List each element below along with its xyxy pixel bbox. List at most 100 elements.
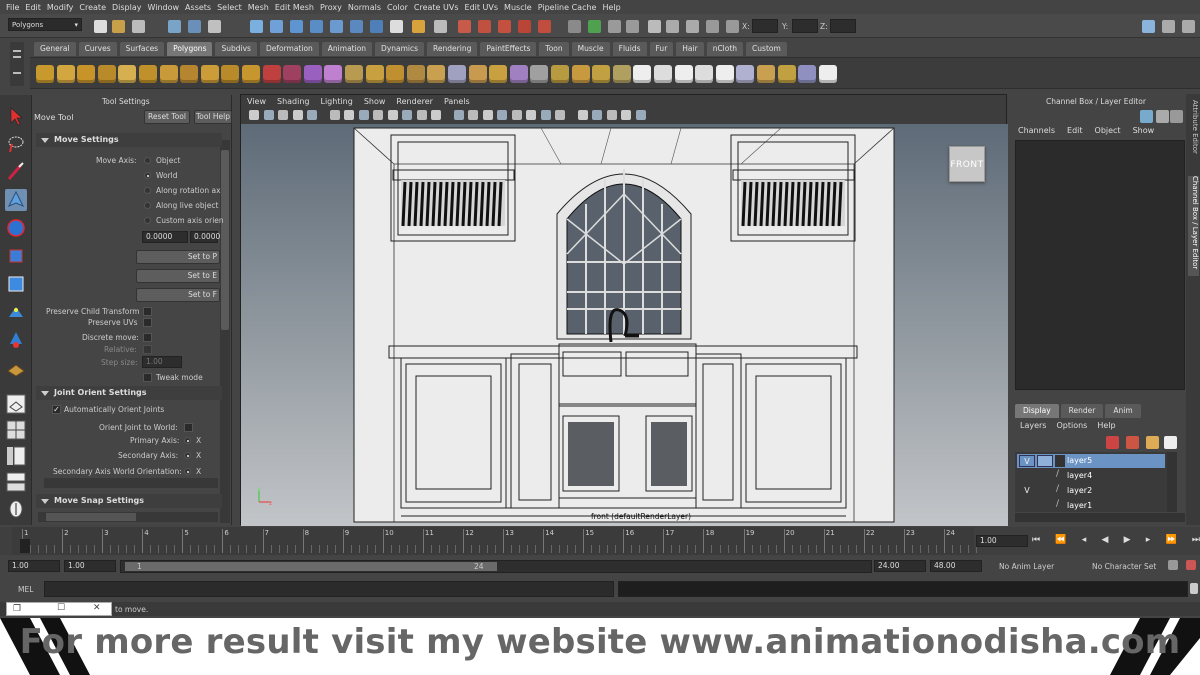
collapse-icon[interactable]: [592, 65, 611, 83]
shelf-tab-surfaces[interactable]: Surfaces: [119, 42, 165, 56]
xray-icon[interactable]: [592, 110, 602, 120]
axis-object-radio[interactable]: [144, 157, 151, 164]
play-forward-icon[interactable]: ▶: [1124, 535, 1131, 549]
front-view-scene[interactable]: FRONT yz front (defaultRenderLayer): [241, 124, 1008, 526]
menu-window[interactable]: Window: [148, 3, 186, 12]
shelf-tab-deformation[interactable]: Deformation: [259, 42, 319, 56]
layer-name[interactable]: layer5: [1067, 456, 1092, 465]
bevel-icon[interactable]: [509, 65, 528, 83]
layer-menu-options[interactable]: Options: [1056, 421, 1087, 433]
default-material-icon[interactable]: [482, 110, 493, 120]
snap-live-icon[interactable]: [350, 20, 363, 33]
custom-axis-field-1[interactable]: 0.0000: [142, 231, 188, 243]
tool-help-button[interactable]: Tool Help: [194, 110, 232, 124]
menu-set-dropdown[interactable]: Polygons ▾: [8, 18, 82, 31]
menu-select[interactable]: Select: [217, 3, 248, 12]
input-line-icon[interactable]: [568, 20, 581, 33]
2d-pan-icon[interactable]: [307, 110, 317, 120]
maximize-icon[interactable]: ☐: [57, 603, 65, 613]
shelf-menu-icon[interactable]: [10, 42, 24, 86]
layer-template-toggle[interactable]: [1037, 470, 1053, 482]
film-gate-icon[interactable]: [358, 110, 369, 120]
select-tool-icon[interactable]: [5, 105, 27, 127]
wireframe-icon[interactable]: [453, 110, 464, 120]
attribute-toggle-icon[interactable]: [686, 20, 699, 33]
checker-3-icon[interactable]: [674, 65, 693, 83]
preserve-child-checkbox[interactable]: [143, 307, 152, 316]
extract-icon[interactable]: [303, 65, 322, 83]
layer-template-toggle[interactable]: [1037, 455, 1053, 467]
channel-menu-show[interactable]: Show: [1133, 126, 1155, 138]
offset-loop-icon[interactable]: [489, 65, 508, 83]
restore-icon[interactable]: ❐: [13, 604, 21, 614]
cone-icon[interactable]: [97, 65, 116, 83]
key-icon[interactable]: [1168, 560, 1178, 570]
snap-surface-icon[interactable]: [330, 20, 343, 33]
layer-options-icon[interactable]: [1164, 436, 1177, 449]
new-layer-icon[interactable]: [1106, 436, 1119, 449]
graph-layout-icon[interactable]: [5, 471, 27, 493]
primary-axis-x-radio[interactable]: [184, 437, 191, 444]
step-size-field[interactable]: 1.00: [142, 356, 182, 368]
snap-grid-icon[interactable]: [250, 20, 263, 33]
menu-pipeline-cache[interactable]: Pipeline Cache: [538, 3, 603, 12]
sculpt-icon[interactable]: [612, 65, 631, 83]
cube-icon[interactable]: [56, 65, 75, 83]
shelf-tab-polygons[interactable]: Polygons: [167, 42, 213, 56]
open-scene-icon[interactable]: [112, 20, 125, 33]
grease-pencil-icon[interactable]: [329, 110, 340, 120]
layer-name[interactable]: layer1: [1067, 501, 1092, 510]
isolate-select-icon[interactable]: [577, 110, 588, 120]
layer-visibility-toggle[interactable]: [1019, 470, 1035, 482]
unfold-icon[interactable]: [757, 65, 775, 83]
lights-icon[interactable]: [511, 110, 522, 120]
modeling-toolkit-icon[interactable]: [666, 20, 679, 33]
render-frame-icon[interactable]: [458, 20, 471, 33]
shelf-tab-fur[interactable]: Fur: [649, 42, 674, 56]
shelf-tab-fluids[interactable]: Fluids: [612, 42, 647, 56]
split-icon[interactable]: [448, 65, 466, 83]
field-chart-icon[interactable]: [402, 110, 412, 120]
view-cube[interactable]: FRONT: [949, 146, 985, 182]
custom-axis-field-2[interactable]: 0.0000: [190, 231, 220, 243]
axis-rotation-radio[interactable]: [144, 187, 151, 194]
shelf-tab-general[interactable]: General: [34, 42, 76, 56]
x-field[interactable]: [752, 19, 778, 33]
sidebar-toggle-icon[interactable]: [648, 20, 661, 33]
pin-icon[interactable]: [1170, 110, 1183, 123]
textured-icon[interactable]: [497, 110, 507, 120]
shelf-tab-toon[interactable]: Toon: [539, 42, 569, 56]
safe-title-icon[interactable]: [431, 110, 441, 120]
move-tool-icon[interactable]: [5, 189, 27, 211]
soccer-ball-icon[interactable]: [242, 65, 260, 83]
step-forward-key-icon[interactable]: ⏩: [1165, 535, 1176, 549]
show-attribute-editor-icon[interactable]: [1142, 20, 1155, 33]
show-channel-box-icon[interactable]: [1182, 20, 1195, 33]
project-icon[interactable]: [818, 65, 837, 83]
xray-active-icon[interactable]: [621, 110, 631, 120]
set-to-point-button[interactable]: Set to P: [136, 250, 220, 264]
viewport-menu-shading[interactable]: Shading: [277, 97, 321, 106]
outliner-layout-icon[interactable]: [5, 445, 27, 467]
merge-icon[interactable]: [571, 65, 590, 83]
time-slider[interactable]: 1 2 3 4 5 6 7 8 9 10 11 12 13 14 15 16 17 18 19 20 21 22 23 24 1…: [0, 527, 1200, 555]
xray-joints-icon[interactable]: [606, 110, 617, 120]
playback-start-field[interactable]: 1.00: [64, 560, 116, 572]
render-view-icon[interactable]: [538, 20, 551, 33]
menu-display[interactable]: Display: [112, 3, 148, 12]
layer-tab-anim[interactable]: Anim: [1105, 404, 1141, 418]
smooth-shade-icon[interactable]: [468, 110, 478, 120]
layer-menu-layers[interactable]: Layers: [1020, 421, 1046, 433]
character-set-label[interactable]: No Character Set: [1092, 562, 1156, 571]
menu-normals[interactable]: Normals: [348, 3, 387, 12]
menu-assets[interactable]: Assets: [185, 3, 217, 12]
viewport-menu-renderer[interactable]: Renderer: [396, 97, 444, 106]
history-icon[interactable]: [370, 20, 383, 33]
layer-visibility-toggle[interactable]: [1019, 500, 1035, 512]
uv-editor-icon[interactable]: [715, 65, 734, 83]
bridge-icon[interactable]: [551, 65, 569, 83]
menu-mesh[interactable]: Mesh: [248, 3, 275, 12]
menu-edit-uvs[interactable]: Edit UVs: [465, 3, 505, 12]
hypershade-icon[interactable]: [518, 20, 531, 33]
command-input[interactable]: [44, 581, 614, 597]
